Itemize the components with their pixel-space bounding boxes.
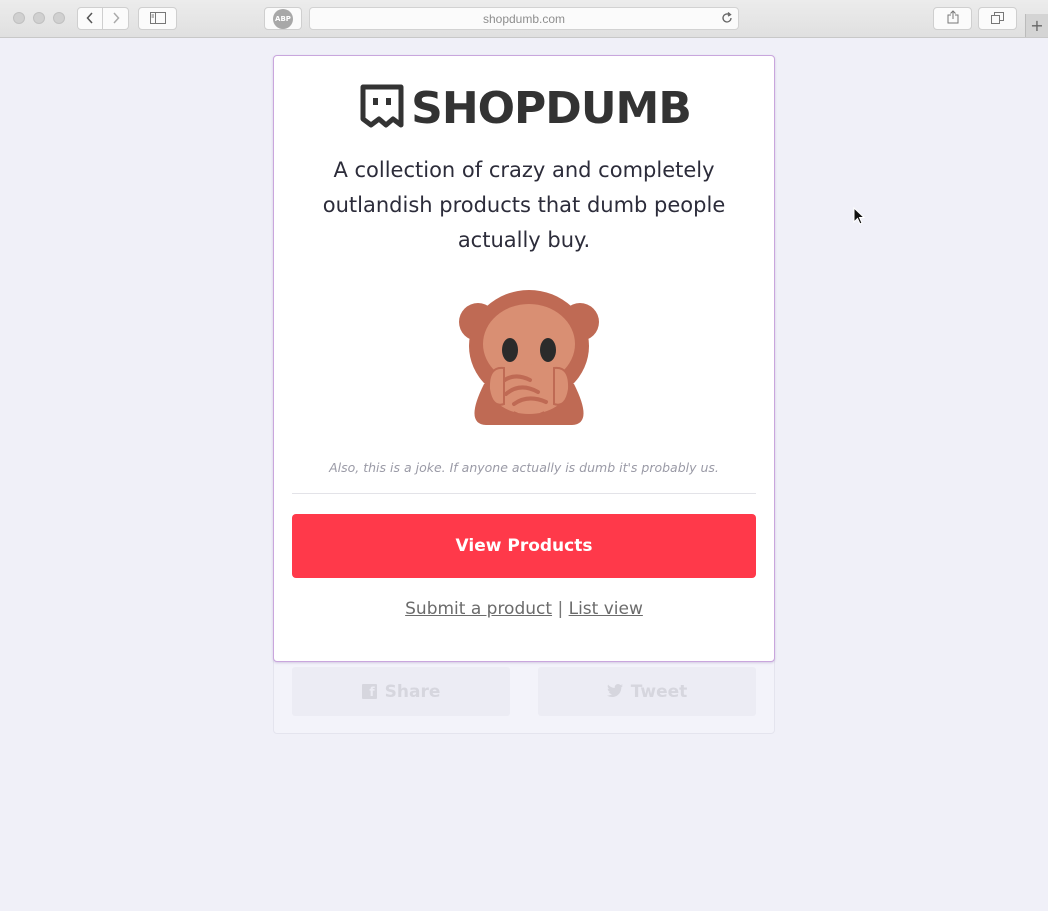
facebook-icon: f	[361, 684, 377, 699]
back-button[interactable]	[77, 7, 103, 30]
sidebar-icon	[149, 9, 166, 28]
tabs-icon	[991, 9, 1004, 28]
mouse-pointer-icon	[853, 206, 866, 229]
plus-icon: +	[1030, 16, 1044, 35]
logo-wordmark: SHOPDUMB	[411, 82, 692, 134]
minimize-window-button[interactable]	[33, 12, 45, 24]
list-view-link[interactable]: List view	[569, 599, 643, 619]
chevron-right-icon	[112, 9, 120, 28]
speak-no-evil-monkey-icon	[454, 284, 604, 429]
disclaimer-text: Also, this is a joke. If anyone actually…	[329, 460, 719, 475]
url-text: shopdumb.com	[482, 11, 566, 26]
site-tagline: A collection of crazy and completely out…	[322, 158, 726, 252]
twitter-icon	[606, 682, 623, 702]
secondary-links: Submit a product | List view	[292, 599, 756, 619]
tweet-button[interactable]: Tweet	[538, 667, 756, 716]
browser-toolbar: ABP shopdumb.com +	[0, 0, 1048, 38]
tweet-label: Tweet	[630, 681, 688, 702]
ghost-bag-icon	[359, 83, 405, 133]
share-icon	[947, 9, 959, 28]
link-separator: |	[557, 599, 564, 619]
tabs-overview-button[interactable]	[978, 7, 1017, 30]
close-window-button[interactable]	[13, 12, 25, 24]
address-bar[interactable]: shopdumb.com	[309, 7, 739, 30]
share-facebook-button[interactable]: f Share	[292, 667, 510, 716]
view-products-button[interactable]: View Products	[292, 514, 756, 578]
submit-product-link[interactable]: Submit a product	[405, 599, 552, 619]
zoom-window-button[interactable]	[53, 12, 65, 24]
new-tab-button[interactable]: +	[1025, 14, 1048, 37]
sidebar-toggle-button[interactable]	[138, 7, 177, 30]
share-label: Share	[384, 681, 441, 702]
share-browser-button[interactable]	[933, 7, 972, 30]
site-logo[interactable]: SHOPDUMB	[359, 80, 692, 136]
adblock-icon: ABP	[273, 9, 293, 29]
reload-icon[interactable]	[721, 11, 733, 27]
chevron-left-icon	[86, 9, 94, 28]
forward-button[interactable]	[103, 7, 129, 30]
intro-card: SHOPDUMB A collection of crazy and compl…	[273, 55, 775, 662]
divider	[292, 493, 756, 494]
